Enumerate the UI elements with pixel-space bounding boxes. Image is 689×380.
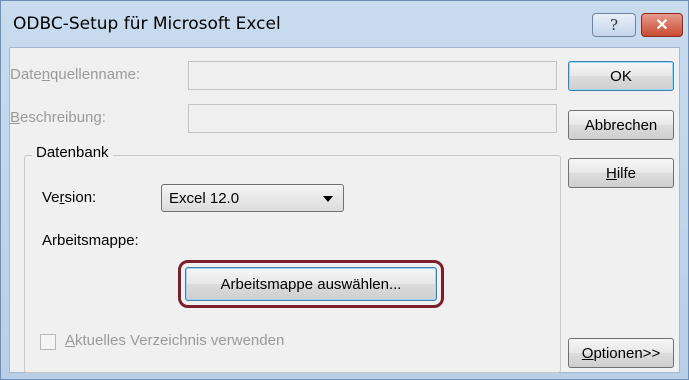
dialog-window: ODBC-Setup für Microsoft Excel ? ✕ Daten… [0,0,689,380]
cancel-button[interactable]: Abbrechen [568,110,674,140]
dialog-client-area: Datenquellenname: Beschreibung: OK Abbre… [9,47,680,373]
options-button[interactable]: Optionen>> [568,338,674,368]
description-label: Beschreibung: [10,109,106,126]
version-selected-value: Excel 12.0 [169,190,240,207]
window-title: ODBC-Setup für Microsoft Excel [13,14,281,34]
title-bar[interactable]: ODBC-Setup für Microsoft Excel ? ✕ [1,1,688,47]
question-mark-icon: ? [609,16,619,34]
datasource-name-label: Datenquellenname: [10,66,141,83]
title-close-button[interactable]: ✕ [641,13,683,37]
datasource-name-input[interactable] [188,61,557,90]
use-current-directory-checkbox[interactable] [40,334,56,350]
title-help-button[interactable]: ? [592,13,636,37]
version-dropdown[interactable]: Excel 12.0 [161,184,344,212]
select-workbook-button[interactable]: Arbeitsmappe auswählen... [185,267,437,301]
close-icon: ✕ [655,17,669,34]
chevron-down-icon [323,196,333,202]
version-label: Version: [42,189,97,206]
use-current-directory-label: Aktuelles Verzeichnis verwenden [65,332,285,349]
ok-button[interactable]: OK [568,61,674,91]
workbook-label: Arbeitsmappe: [42,232,139,249]
database-group-label: Datenbank [32,144,113,161]
help-button[interactable]: Hilfe [568,158,674,188]
description-input[interactable] [188,104,557,133]
